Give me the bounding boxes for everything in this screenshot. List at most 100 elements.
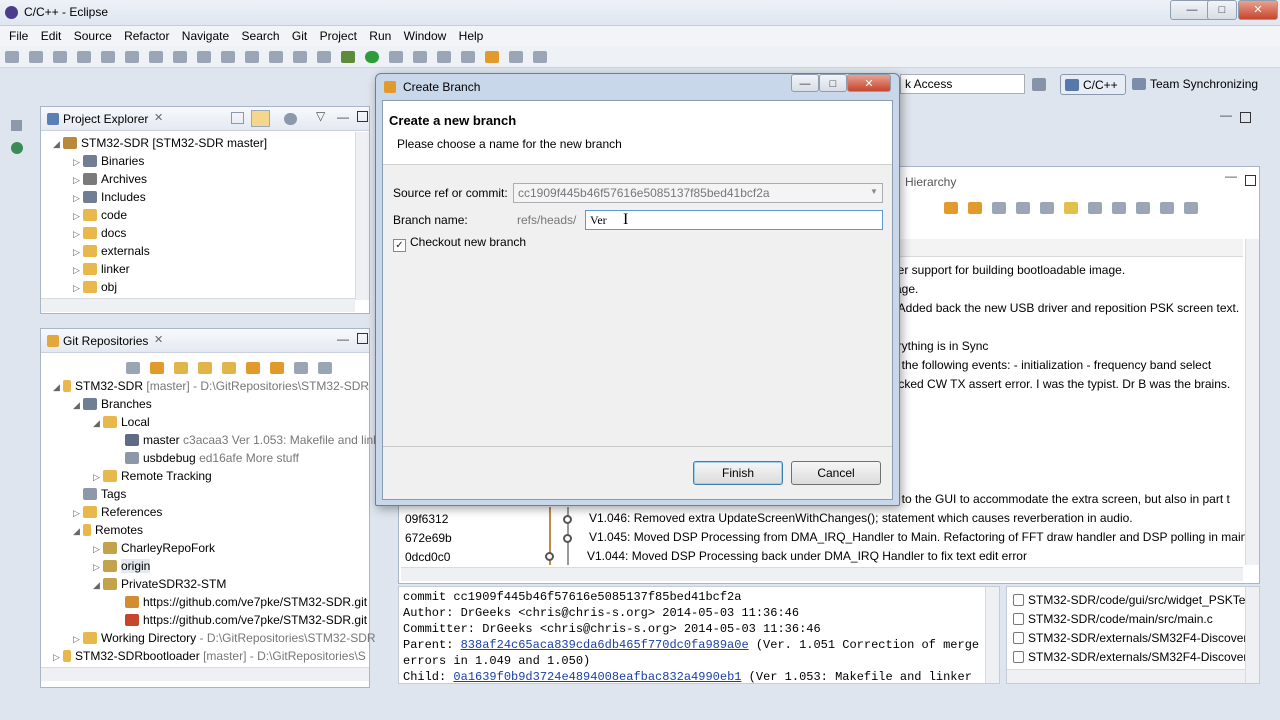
chevron-down-icon[interactable]: ▼ — [870, 187, 878, 196]
filter-icon[interactable] — [1016, 202, 1030, 214]
collapsed-icon[interactable]: ▷ — [73, 171, 83, 189]
dialog-minimize-button[interactable]: — — [791, 74, 819, 92]
history-line[interactable]: on the following events: - initializatio… — [885, 356, 1211, 374]
next-annotation-icon[interactable] — [461, 51, 475, 63]
checkout-checkbox[interactable]: ✓ — [393, 239, 406, 252]
changed-file[interactable]: STM32-SDR/externals/SM32F4-Discovery — [1013, 648, 1253, 666]
tree-item-obj[interactable]: ▷ obj — [73, 278, 117, 296]
commit-id[interactable]: 672e69b — [405, 529, 452, 547]
annotation-icon[interactable] — [437, 51, 451, 63]
new-file-icon[interactable] — [293, 51, 307, 63]
collapsed-icon[interactable]: ▷ — [73, 243, 83, 261]
view-menu-icon[interactable] — [1184, 202, 1198, 214]
connect-icon[interactable] — [11, 142, 23, 154]
expanded-icon[interactable]: ◢ — [93, 414, 103, 432]
changed-file[interactable]: STM32-SDR/code/gui/src/widget_PSKTe — [1013, 591, 1245, 609]
view-menu-icon[interactable]: ▽ — [316, 109, 325, 123]
run-icon[interactable] — [365, 51, 379, 63]
cancel-button[interactable]: Cancel — [791, 461, 881, 485]
collapsed-icon[interactable]: ▷ — [93, 468, 103, 486]
menu-git[interactable]: Git — [292, 26, 307, 43]
commit-id[interactable]: 0dcd0c0 — [405, 548, 450, 566]
tree-item-linker[interactable]: ▷ linker — [73, 260, 130, 278]
collapsed-icon[interactable]: ▷ — [73, 207, 83, 225]
link-icon[interactable] — [992, 202, 1006, 214]
refresh-icon[interactable] — [246, 362, 260, 374]
dialog-title-bar[interactable]: Create Branch — □ ✕ — [376, 74, 899, 100]
fetch-url[interactable]: https://github.com/ve7pke/STM32-SDR.git — [125, 593, 367, 611]
tree-item-externals[interactable]: ▷ externals — [73, 242, 150, 260]
menu-help[interactable]: Help — [459, 26, 484, 43]
checkout-checkbox-row[interactable]: ✓ Checkout new branch — [393, 235, 526, 252]
child-hash-link[interactable]: 0a1639f0b9d3724e4894008eafbac832a4990eb1 — [453, 670, 741, 683]
minimize-view-icon[interactable]: — — [337, 110, 349, 124]
compare-mode-icon[interactable] — [1112, 202, 1126, 214]
tree-item-binaries[interactable]: ▷ Binaries — [73, 152, 144, 170]
collapsed-icon[interactable]: ▷ — [73, 504, 83, 522]
minimize-view-icon[interactable]: — — [1220, 108, 1232, 122]
clone-repo-icon[interactable] — [198, 362, 212, 374]
remote-origin[interactable]: ▷ origin — [93, 557, 151, 575]
git-repositories-tab[interactable]: Git Repositories — [63, 334, 148, 348]
tree-item-docs[interactable]: ▷ docs — [73, 224, 126, 242]
pin-icon[interactable] — [1064, 202, 1078, 214]
branch-usbdebug[interactable]: usbdebug ed16afe More stuff — [125, 449, 299, 467]
history-line[interactable]: nker support for building bootloadable i… — [885, 261, 1125, 279]
search-icon[interactable] — [1040, 202, 1054, 214]
sync-icon[interactable] — [270, 362, 284, 374]
tree-layout-icon[interactable] — [294, 362, 308, 374]
changed-file[interactable]: STM32-SDR/externals/SM32F4-Discovery — [1013, 629, 1253, 647]
vertical-scrollbar[interactable] — [1245, 239, 1259, 565]
horizontal-scrollbar[interactable] — [401, 567, 1243, 581]
sync-icon[interactable] — [284, 113, 297, 125]
vertical-scrollbar[interactable] — [1245, 587, 1259, 683]
show-all-icon[interactable] — [1136, 202, 1150, 214]
history-line[interactable]: hacked CW TX assert error. I was the typ… — [885, 375, 1230, 393]
expanded-icon[interactable]: ◢ — [73, 522, 83, 540]
horizontal-scrollbar[interactable] — [41, 667, 369, 681]
tree-item-code[interactable]: ▷ code — [73, 206, 127, 224]
collapsed-icon[interactable]: ▷ — [73, 153, 83, 171]
debug-icon[interactable] — [341, 51, 355, 63]
horizontal-scrollbar[interactable] — [1007, 669, 1247, 683]
tree-root-project[interactable]: ◢ STM32-SDR [STM32-SDR master] — [53, 134, 267, 152]
branch-name-input[interactable]: Ver — [585, 210, 883, 230]
menu-window[interactable]: Window — [404, 26, 447, 43]
quick-access-input[interactable]: k Access — [900, 74, 1025, 94]
perspective-cpp[interactable]: C/C++ — [1060, 74, 1126, 95]
finish-button[interactable]: Finish — [693, 461, 783, 485]
maximize-view-icon[interactable] — [1245, 175, 1256, 186]
menu-search[interactable]: Search — [242, 26, 280, 43]
menu-run[interactable]: Run — [369, 26, 391, 43]
tree-item-includes[interactable]: ▷ Includes — [73, 188, 146, 206]
tree-remotes[interactable]: ◢ Remotes — [73, 521, 143, 539]
expanded-icon[interactable]: ◢ — [93, 576, 103, 594]
menu-refactor[interactable]: Refactor — [124, 26, 169, 43]
maximize-view-icon[interactable] — [1240, 112, 1251, 123]
tree-local[interactable]: ◢ Local — [93, 413, 150, 431]
dialog-maximize-button[interactable]: □ — [819, 74, 847, 92]
menu-source[interactable]: Source — [74, 26, 112, 43]
menu-project[interactable]: Project — [320, 26, 357, 43]
tools-icon[interactable] — [149, 51, 163, 63]
search-icon[interactable] — [413, 51, 427, 63]
repo-bootloader[interactable]: ▷ STM32-SDRbootloader [master] - D:\GitRe… — [53, 647, 366, 665]
history-line[interactable]: ge to the GUI to accommodate the extra s… — [885, 490, 1230, 508]
maximize-view-icon[interactable] — [357, 111, 368, 122]
remote-private[interactable]: ◢ PrivateSDR32-STM — [93, 575, 226, 593]
collapsed-icon[interactable]: ▷ — [73, 261, 83, 279]
filter-icon[interactable] — [318, 362, 332, 374]
push-url[interactable]: https://github.com/ve7pke/STM32-SDR.git — [125, 611, 367, 629]
tree-remote-tracking[interactable]: ▷ Remote Tracking — [93, 467, 212, 485]
commit-message[interactable]: V1.044: Moved DSP Processing back under … — [587, 547, 1027, 565]
menu-edit[interactable]: Edit — [41, 26, 62, 43]
link-selection-icon[interactable] — [150, 362, 164, 374]
history-line[interactable]: e. Added back the new USB driver and rep… — [885, 299, 1239, 317]
restore-icon[interactable] — [11, 120, 22, 131]
print-icon[interactable] — [77, 51, 91, 63]
pin-icon[interactable] — [533, 51, 547, 63]
save-icon[interactable] — [29, 51, 43, 63]
parent-hash-link[interactable]: 838af24c65aca839cda6db465f770dc0fa989a0e — [461, 638, 749, 652]
close-tab-icon[interactable]: ✕ — [154, 111, 163, 124]
commit-message[interactable]: V1.046: Removed extra UpdateScreenWithCh… — [589, 509, 1133, 527]
